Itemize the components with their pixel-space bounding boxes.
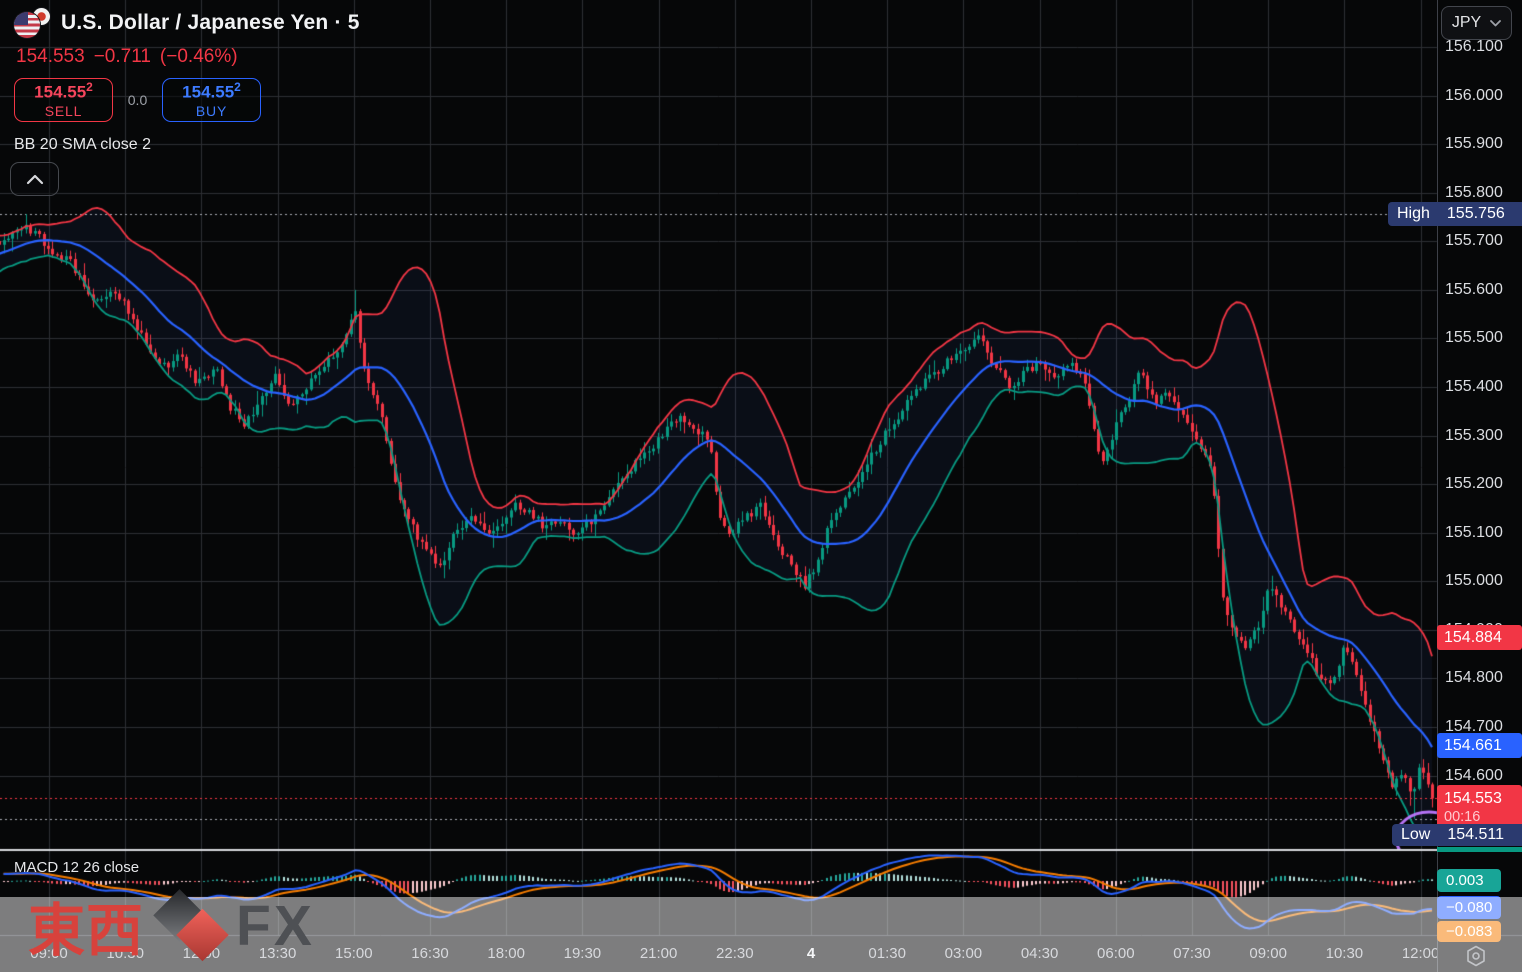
chevron-up-icon <box>25 173 45 185</box>
sell-button-label: SELL <box>45 103 82 119</box>
buy-button-label: BUY <box>196 103 227 119</box>
price-tick: 156.100 <box>1445 38 1503 56</box>
last-price: 154.553 <box>16 46 85 68</box>
currency-selector[interactable]: JPY <box>1441 6 1512 40</box>
bb-indicator-label[interactable]: BB 20 SMA close 2 <box>14 136 360 154</box>
quote-row: 154.553 −0.711 (−0.46%) <box>16 46 360 68</box>
price-change-percent: (−0.46%) <box>160 46 238 68</box>
tradingview-chart-app: U.S. Dollar / Japanese Yen · 5 154.553 −… <box>0 0 1522 972</box>
order-panel: 154.552 SELL 0.0 154.552 BUY <box>14 78 360 122</box>
broker-watermark: 東西 FX <box>28 882 315 970</box>
bb-lower-price-badge-clipped <box>1437 847 1522 852</box>
macd-indicator-label[interactable]: MACD 12 26 close <box>14 859 139 876</box>
price-tick: 155.700 <box>1445 232 1503 250</box>
symbol-row[interactable]: U.S. Dollar / Japanese Yen · 5 <box>14 8 360 38</box>
price-tick: 156.000 <box>1445 87 1503 105</box>
price-tick: 155.900 <box>1445 135 1503 153</box>
last-price-badge: 154.553 00:16 <box>1437 785 1522 829</box>
chart-legend: U.S. Dollar / Japanese Yen · 5 154.553 −… <box>14 8 360 154</box>
symbol-pair-icon <box>14 8 52 38</box>
macd-histogram-value-badge: 0.003 <box>1437 869 1501 892</box>
price-tick: 155.800 <box>1445 184 1503 202</box>
price-tick: 155.200 <box>1445 475 1503 493</box>
price-tick: 155.300 <box>1445 427 1503 445</box>
price-tick: 155.600 <box>1445 281 1503 299</box>
sell-button[interactable]: 154.552 SELL <box>14 78 113 122</box>
bb-upper-price-badge: 154.884 <box>1437 625 1522 650</box>
watermark-fx-text: FX <box>236 893 315 959</box>
currency-selector-value: JPY <box>1452 14 1481 32</box>
sma-price-badge: 154.661 <box>1437 733 1522 758</box>
price-tick: 155.000 <box>1445 572 1503 590</box>
price-change: −0.711 <box>94 46 151 68</box>
low-badge: Low 154.511 <box>1392 824 1522 846</box>
price-tick: 155.100 <box>1445 524 1503 542</box>
high-badge: High 155.756 <box>1388 202 1522 226</box>
last-price-badge-value: 154.553 <box>1444 790 1522 808</box>
price-tick: 154.600 <box>1445 767 1503 785</box>
broker-logo-icon <box>150 882 232 970</box>
price-tick: 155.500 <box>1445 329 1503 347</box>
symbol-title: U.S. Dollar / Japanese Yen · 5 <box>61 11 360 35</box>
price-tick: 154.800 <box>1445 669 1503 687</box>
bar-countdown: 00:16 <box>1444 809 1522 825</box>
price-tick: 155.400 <box>1445 378 1503 396</box>
buy-button[interactable]: 154.552 BUY <box>162 78 261 122</box>
watermark-cjk-text: 東西 <box>28 885 144 967</box>
us-flag-icon <box>14 12 40 38</box>
spread-value: 0.0 <box>113 92 162 108</box>
chevron-down-icon <box>1490 20 1501 27</box>
collapse-legend-button[interactable] <box>10 162 59 196</box>
